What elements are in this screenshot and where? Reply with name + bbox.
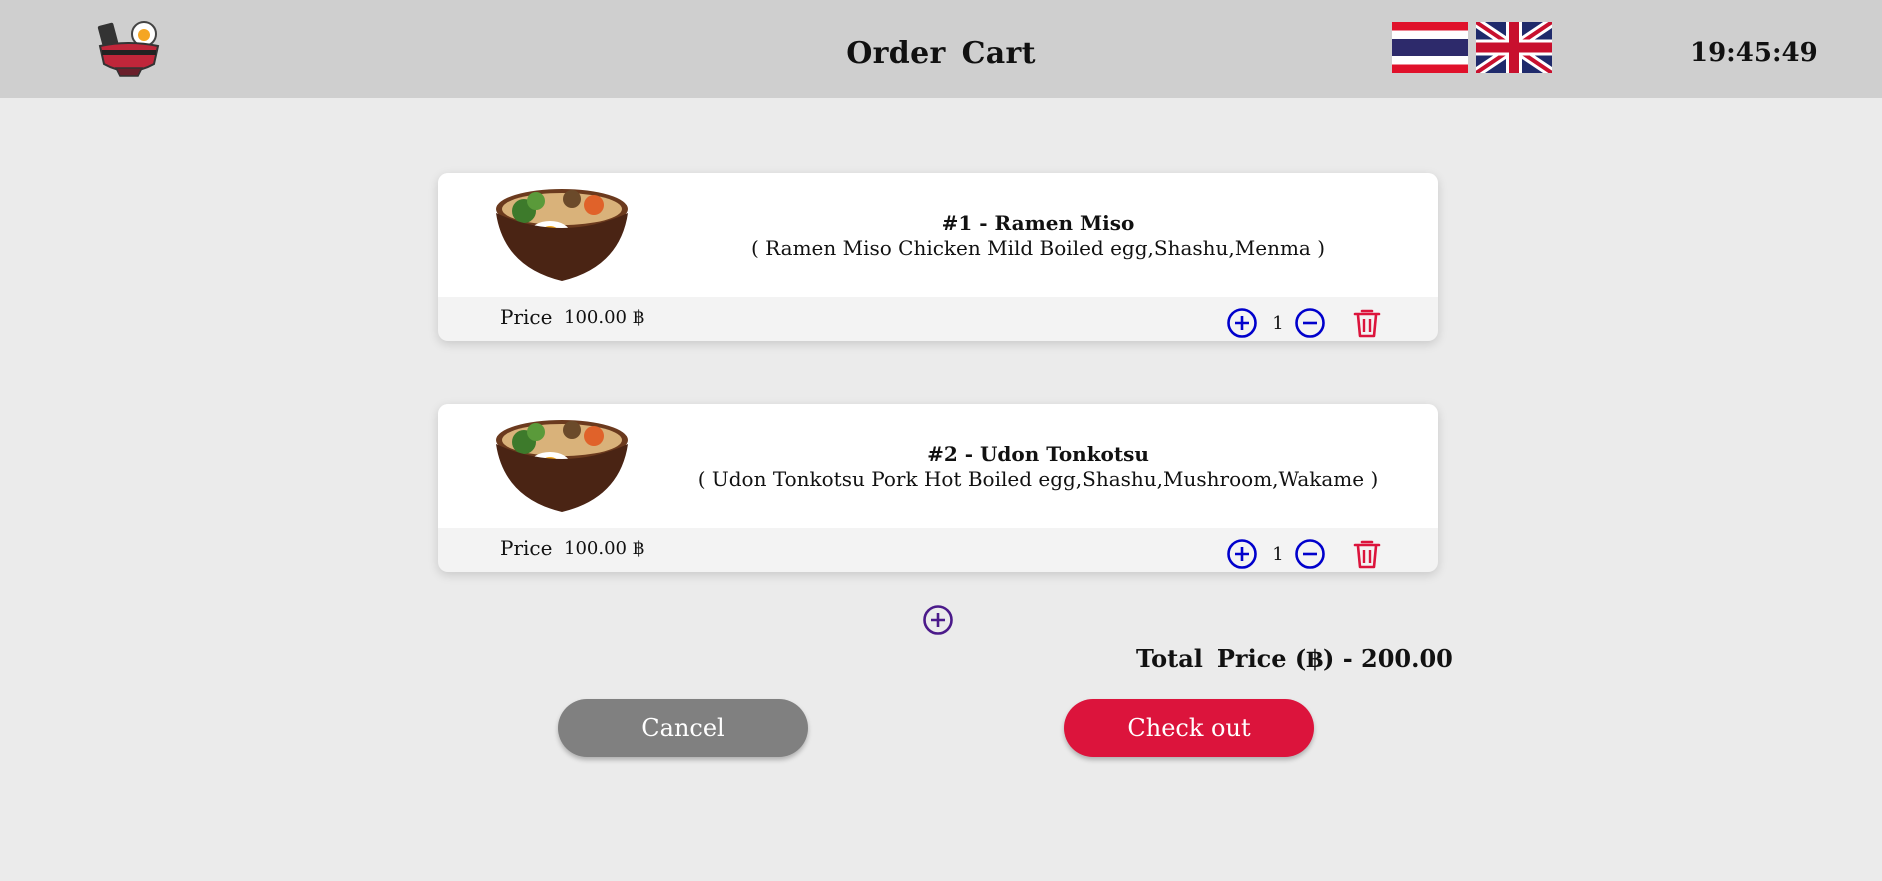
minus-circle-icon[interactable] — [1294, 538, 1326, 570]
plus-circle-icon[interactable] — [1226, 538, 1258, 570]
thai-flag-icon[interactable] — [1392, 22, 1468, 73]
udon-bowl-image — [496, 420, 628, 512]
title-word-cart: Cart — [961, 36, 1036, 71]
total-price: Total Price (฿) - 200.00 — [1136, 644, 1467, 673]
checkout-button[interactable]: Check out — [1064, 699, 1314, 757]
title-word-order: Order — [846, 36, 946, 71]
quantity-value: 1 — [1272, 313, 1284, 334]
quantity-value: 1 — [1272, 544, 1284, 565]
uk-flag-icon[interactable] — [1476, 22, 1552, 73]
total-price-value: Price (฿) - 200.00 — [1216, 644, 1453, 673]
cart-item: #1 - Ramen Miso ( Ramen Miso Chicken Mil… — [438, 173, 1438, 341]
cart-item: #2 - Udon Tonkotsu ( Udon Tonkotsu Pork … — [438, 404, 1438, 572]
price-label: Price — [500, 305, 553, 329]
item-price: 100.00 ฿ — [564, 538, 645, 559]
total-label: Total — [1136, 644, 1203, 673]
item-description: ( Ramen Miso Chicken Mild Boiled egg,Sha… — [750, 236, 1326, 260]
page-title: Order Cart — [0, 36, 1882, 71]
item-price: 100.00 ฿ — [564, 307, 645, 328]
plus-circle-icon[interactable] — [1226, 307, 1258, 339]
trash-icon[interactable] — [1352, 538, 1382, 570]
price-label: Price — [500, 536, 553, 560]
ramen-bowl-image — [496, 189, 628, 281]
clock: 19:45:49 — [1690, 38, 1818, 68]
item-name: #1 - Ramen Miso — [941, 211, 1135, 235]
add-item-plus-icon[interactable] — [922, 604, 954, 636]
top-bar: Order Cart 19:45:49 — [0, 0, 1882, 98]
item-name: #2 - Udon Tonkotsu — [927, 442, 1149, 466]
minus-circle-icon[interactable] — [1294, 307, 1326, 339]
item-description: ( Udon Tonkotsu Pork Hot Boiled egg,Shas… — [697, 467, 1379, 491]
trash-icon[interactable] — [1352, 307, 1382, 339]
cancel-button[interactable]: Cancel — [558, 699, 808, 757]
